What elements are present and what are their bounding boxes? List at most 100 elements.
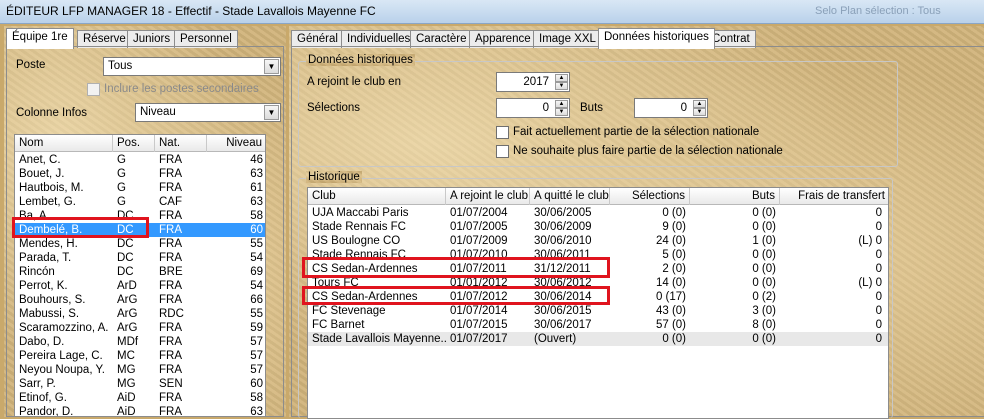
player-list[interactable]: Nom Pos. Nat. Niveau Anet, C. G FRA 46 Bouet…: [14, 134, 266, 417]
chevron-down-icon[interactable]: ▼: [264, 59, 279, 74]
player-position: MG: [117, 378, 136, 390]
selections-value: 0: [542, 102, 549, 114]
hist-buts: 0 (0): [752, 249, 776, 261]
buts-stepper[interactable]: 0 ▲ ▼: [634, 98, 708, 118]
player-name: Ba, A.: [19, 210, 50, 222]
player-row[interactable]: Parada, T. DC FRA 54: [15, 251, 265, 265]
player-row[interactable]: Rincón DC BRE 69: [15, 265, 265, 279]
player-nationality: FRA: [159, 182, 182, 194]
col-rejoint[interactable]: A rejoint le club: [446, 188, 530, 205]
player-row[interactable]: Sarr, P. MG SEN 60: [15, 377, 265, 391]
hist-quitte: 30/06/2009: [534, 221, 592, 233]
historique-row[interactable]: FC Stevenage 01/07/2014 30/06/2015 43 (0) 3 …: [308, 304, 888, 318]
hist-club: FC Barnet: [312, 319, 365, 331]
player-level: 57: [250, 336, 263, 348]
spin-down-icon[interactable]: ▼: [555, 108, 568, 116]
player-nationality: FRA: [159, 252, 182, 264]
hist-rejoint: 01/07/2011: [450, 263, 507, 275]
historique-row[interactable]: Tours FC 01/01/2012 30/06/2012 14 (0) 0 (0) (…: [308, 276, 888, 290]
player-name: Mabussi, S.: [19, 308, 80, 320]
player-row[interactable]: Perrot, K. ArD FRA 54: [15, 279, 265, 293]
spin-down-icon[interactable]: ▼: [555, 82, 568, 90]
donnees-group-title: Données historiques: [307, 54, 413, 66]
player-row[interactable]: Hautbois, M. G FRA 61: [15, 181, 265, 195]
historique-row[interactable]: Stade Lavallois Mayenne... 01/07/2017 (Ouv…: [308, 332, 888, 346]
player-row[interactable]: Bouet, J. G FRA 63: [15, 167, 265, 181]
player-row[interactable]: Ba, A. DC FRA 58: [15, 209, 265, 223]
historique-table[interactable]: Club A rejoint le club A quitté le club …: [307, 187, 889, 419]
donnees-group: Données historiques A rejoint le club en…: [298, 54, 898, 167]
col-quitte[interactable]: A quitté le club: [530, 188, 610, 205]
player-nationality: BRE: [159, 266, 183, 278]
inclure-postes-checkbox[interactable]: [87, 83, 100, 96]
hist-rejoint: 01/07/2012: [450, 291, 508, 303]
player-name: Bouhours, S.: [19, 294, 86, 306]
historique-group-title: Historique: [307, 171, 360, 183]
selection-nationale-checkbox[interactable]: [496, 126, 509, 139]
tab-donnees-historiques[interactable]: Données historiques: [598, 28, 715, 49]
spin-up-icon[interactable]: ▲: [555, 74, 568, 82]
hist-quitte: 30/06/2005: [534, 207, 592, 219]
historique-row[interactable]: Stade Rennais FC 01/07/2005 30/06/2009 9 (0…: [308, 220, 888, 234]
player-position: G: [117, 196, 126, 208]
player-nationality: FRA: [159, 210, 182, 222]
player-row[interactable]: Anet, C. G FRA 46: [15, 153, 265, 167]
tab-equipe-1re[interactable]: Équipe 1re: [6, 28, 74, 49]
hist-club: Tours FC: [312, 277, 359, 289]
player-nationality: FRA: [159, 224, 182, 236]
player-level: 58: [250, 392, 263, 404]
player-position: ArD: [117, 280, 137, 292]
hist-rejoint: 01/07/2017: [450, 333, 508, 345]
hist-club: Stade Lavallois Mayenne...: [312, 333, 446, 345]
player-row[interactable]: Dabo, D. MDf FRA 57: [15, 335, 265, 349]
player-row[interactable]: Pandor, D. AiD FRA 63: [15, 405, 265, 417]
historique-row[interactable]: US Boulogne CO 01/07/2009 30/06/2010 24 (0)…: [308, 234, 888, 248]
player-level: 63: [250, 406, 263, 417]
player-name: Dembelé, B.: [19, 224, 83, 236]
col-buts[interactable]: Buts: [690, 188, 780, 205]
historique-row[interactable]: UJA Maccabi Paris 01/07/2004 30/06/2005 0 (…: [308, 206, 888, 220]
player-name: Neyou Noupa, Y.: [19, 364, 105, 376]
col-club[interactable]: Club: [308, 188, 446, 205]
hist-frais: 0: [875, 319, 882, 331]
player-row[interactable]: Pereira Lage, C. MC FRA 57: [15, 349, 265, 363]
chevron-down-icon[interactable]: ▼: [264, 105, 279, 120]
spin-down-icon[interactable]: ▼: [693, 108, 706, 116]
hist-selections: 0 (0): [662, 333, 686, 345]
player-level: 55: [250, 238, 263, 250]
historique-row[interactable]: FC Barnet 01/07/2015 30/06/2017 57 (0) 8 (0)…: [308, 318, 888, 332]
historique-row[interactable]: Stade Rennais FC 01/07/2010 30/06/2011 5 (0…: [308, 248, 888, 262]
ne-souhaite-plus-checkbox[interactable]: [496, 145, 509, 158]
player-position: AiD: [117, 392, 136, 404]
poste-select[interactable]: Tous ▼: [103, 57, 281, 76]
player-level: 57: [250, 364, 263, 376]
selections-stepper[interactable]: 0 ▲ ▼: [496, 98, 570, 118]
col-nom[interactable]: Nom: [15, 135, 113, 152]
rejoint-year-stepper[interactable]: 2017 ▲ ▼: [496, 72, 570, 92]
player-row[interactable]: Bouhours, S. ArG FRA 66: [15, 293, 265, 307]
col-niveau[interactable]: Niveau: [207, 135, 265, 152]
player-position: ArG: [117, 322, 138, 334]
col-frais-transfert[interactable]: Frais de transfert: [780, 188, 888, 205]
player-row[interactable]: Scaramozzino, A. ArG FRA 59: [15, 321, 265, 335]
historique-row[interactable]: CS Sedan-Ardennes 01/07/2012 30/06/2014 0 (…: [308, 290, 888, 304]
player-row[interactable]: Mabussi, S. ArG RDC 55: [15, 307, 265, 321]
player-row[interactable]: Mendes, H. DC FRA 55: [15, 237, 265, 251]
player-row[interactable]: Etinof, G. AiD FRA 58: [15, 391, 265, 405]
hist-frais: 0: [875, 305, 882, 317]
player-row[interactable]: Neyou Noupa, Y. MG FRA 57: [15, 363, 265, 377]
spin-up-icon[interactable]: ▲: [555, 100, 568, 108]
spin-up-icon[interactable]: ▲: [693, 100, 706, 108]
historique-row[interactable]: CS Sedan-Ardennes 01/07/2011 31/12/2011 2 (…: [308, 262, 888, 276]
col-nat[interactable]: Nat.: [155, 135, 207, 152]
player-row[interactable]: Dembelé, B. DC FRA 60: [15, 223, 265, 237]
hist-selections: 0 (0): [662, 207, 686, 219]
col-selections[interactable]: Sélections: [610, 188, 690, 205]
poste-select-value: Tous: [108, 60, 133, 72]
colonne-infos-select[interactable]: Niveau ▼: [135, 103, 281, 122]
right-panel: Général Individuelles Caractère Apparenc…: [289, 26, 984, 419]
player-name: Dabo, D.: [19, 336, 65, 348]
player-row[interactable]: Lembet, G. G CAF 63: [15, 195, 265, 209]
col-pos[interactable]: Pos.: [113, 135, 155, 152]
player-level: 46: [250, 154, 263, 166]
